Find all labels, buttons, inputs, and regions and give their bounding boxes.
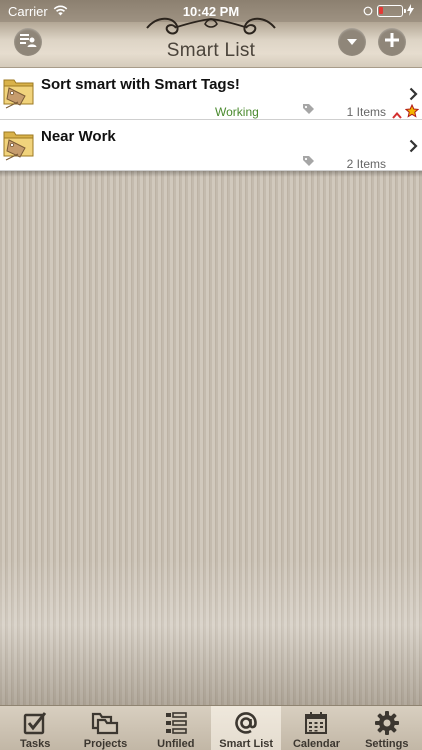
tab-settings[interactable]: Settings bbox=[352, 706, 422, 750]
tag-icon bbox=[302, 155, 315, 173]
list-icon bbox=[164, 709, 188, 736]
folder-tag-icon bbox=[3, 74, 35, 115]
list-shadow bbox=[0, 171, 422, 177]
add-button[interactable] bbox=[378, 28, 406, 56]
tab-label: Tasks bbox=[19, 738, 51, 750]
tab-bar: Tasks Projects Unfiled Smart List Calend… bbox=[0, 705, 422, 750]
tab-calendar[interactable]: Calendar bbox=[281, 706, 351, 750]
tab-label: Projects bbox=[83, 738, 128, 750]
status-label: Working bbox=[215, 105, 259, 119]
list-item[interactable]: Near Work 2 Items bbox=[0, 120, 422, 171]
contacts-list-icon bbox=[19, 32, 37, 53]
filter-dropdown-button[interactable] bbox=[338, 28, 366, 56]
tab-label: Calendar bbox=[292, 738, 341, 750]
item-count: 1 Items bbox=[346, 105, 386, 119]
navigation-bar: Smart List bbox=[0, 17, 422, 68]
battery-icon bbox=[377, 5, 406, 17]
checkbox-icon bbox=[22, 709, 48, 736]
triangle-down-icon bbox=[346, 33, 358, 51]
smart-list: Sort smart with Smart Tags! Working 1 It… bbox=[0, 68, 422, 177]
tab-label: Smart List bbox=[219, 738, 274, 750]
alarm-icon bbox=[363, 4, 373, 19]
gear-icon bbox=[374, 709, 400, 736]
calendar-icon bbox=[304, 709, 328, 736]
list-item[interactable]: Sort smart with Smart Tags! Working 1 It… bbox=[0, 68, 422, 120]
tab-projects[interactable]: Projects bbox=[70, 706, 140, 750]
chevron-right-icon bbox=[409, 139, 418, 158]
chevron-right-icon bbox=[409, 87, 418, 106]
contacts-menu-button[interactable] bbox=[14, 28, 42, 56]
charging-icon bbox=[407, 3, 414, 19]
folders-icon bbox=[91, 709, 119, 736]
list-item-title: Near Work bbox=[41, 128, 116, 145]
tab-label: Unfiled bbox=[157, 738, 195, 750]
wifi-icon bbox=[53, 4, 68, 19]
tab-tasks[interactable]: Tasks bbox=[0, 706, 70, 750]
tab-label: Settings bbox=[365, 738, 409, 750]
at-icon bbox=[233, 709, 259, 736]
tag-icon bbox=[302, 103, 315, 121]
tab-unfiled[interactable]: Unfiled bbox=[141, 706, 211, 750]
carrier-label: Carrier bbox=[8, 3, 48, 19]
background-fade bbox=[0, 560, 422, 705]
tab-smart-list[interactable]: Smart List bbox=[210, 706, 282, 750]
plus-icon bbox=[384, 32, 400, 53]
list-item-title: Sort smart with Smart Tags! bbox=[41, 76, 240, 93]
item-count: 2 Items bbox=[346, 157, 386, 171]
folder-tag-icon bbox=[3, 126, 35, 167]
